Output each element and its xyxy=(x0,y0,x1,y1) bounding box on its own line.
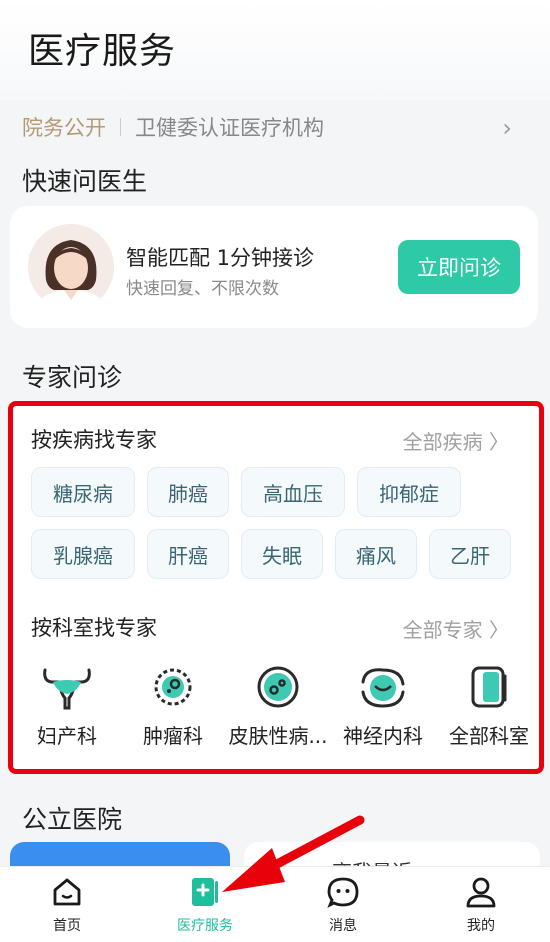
page-title: 医疗服务 xyxy=(28,31,177,72)
disease-chip-hypertension[interactable]: 高血压 xyxy=(241,467,345,517)
chevron-right-icon[interactable]: › xyxy=(502,114,512,142)
ask-now-button[interactable]: 立即问诊 xyxy=(398,240,520,294)
quick-consult-title: 快速问医生 xyxy=(22,167,148,196)
tab-label: 医疗服务 xyxy=(177,918,233,934)
department-label: 妇产科 xyxy=(37,724,97,748)
disease-chip-lung-cancer[interactable]: 肺癌 xyxy=(147,467,229,517)
disease-chip-insomnia[interactable]: 失眠 xyxy=(241,529,323,579)
certification-bar[interactable]: 院务公开 卫健委认证医疗机构 › xyxy=(22,112,522,142)
disease-chip-gout[interactable]: 痛风 xyxy=(335,529,417,579)
all-departments-icon xyxy=(471,666,507,708)
department-label: 全部科室 xyxy=(449,724,529,748)
disease-chip-breast-cancer[interactable]: 乳腺癌 xyxy=(31,529,135,579)
tab-messages[interactable]: 消息 xyxy=(288,875,398,935)
tab-label: 消息 xyxy=(329,918,357,934)
skin-cell-icon xyxy=(257,666,299,708)
profile-icon xyxy=(466,877,496,908)
uterus-icon xyxy=(43,668,91,710)
department-label: 肿瘤科 xyxy=(143,724,203,748)
brain-orbit-icon xyxy=(361,668,405,708)
hospital-affairs-tag[interactable]: 院务公开 xyxy=(22,112,106,142)
chat-icon xyxy=(327,877,359,908)
tab-medical-service[interactable]: 医疗服务 xyxy=(150,875,260,935)
all-experts-link[interactable]: 全部专家 〉 xyxy=(403,614,509,643)
header: 医疗服务 xyxy=(0,0,550,100)
tumor-cell-icon xyxy=(154,668,192,706)
by-department-title: 按科室找专家 xyxy=(31,616,157,640)
public-hospital-title: 公立医院 xyxy=(22,805,123,834)
quick-consult-main-text: 智能匹配 1分钟接诊 xyxy=(126,246,315,270)
disease-chip-diabetes[interactable]: 糖尿病 xyxy=(31,467,135,517)
expert-consult-panel: 按疾病找专家 全部疾病 〉 糖尿病 肺癌 高血压 抑郁症 乳腺癌 肝癌 失眠 痛… xyxy=(8,401,544,774)
doctor-avatar xyxy=(28,224,114,310)
tab-home[interactable]: 首页 xyxy=(12,875,122,935)
disease-chip-liver-cancer[interactable]: 肝癌 xyxy=(147,529,229,579)
tab-label: 我的 xyxy=(467,918,495,934)
home-icon xyxy=(53,878,81,906)
quick-consult-sub-text: 快速回复、不限次数 xyxy=(126,279,279,299)
all-diseases-link[interactable]: 全部疾病 〉 xyxy=(403,426,509,455)
divider xyxy=(120,118,121,136)
certification-text: 卫健委认证医疗机构 xyxy=(135,116,324,140)
by-disease-title: 按疾病找专家 xyxy=(31,428,157,452)
disease-chip-depression[interactable]: 抑郁症 xyxy=(357,467,461,517)
department-label: 神经内科 xyxy=(343,724,423,748)
bottom-tab-bar: 首页 医疗服务 消息 我的 xyxy=(0,866,550,942)
expert-consult-title: 专家问诊 xyxy=(22,363,123,392)
quick-consult-card[interactable]: 智能匹配 1分钟接诊 快速回复、不限次数 立即问诊 xyxy=(10,206,538,328)
disease-chip-hepatitis-b[interactable]: 乙肝 xyxy=(429,529,511,579)
medical-book-icon xyxy=(192,878,218,906)
tab-profile[interactable]: 我的 xyxy=(426,875,536,935)
department-label: 皮肤性病... xyxy=(228,724,328,748)
tab-label: 首页 xyxy=(53,918,81,934)
